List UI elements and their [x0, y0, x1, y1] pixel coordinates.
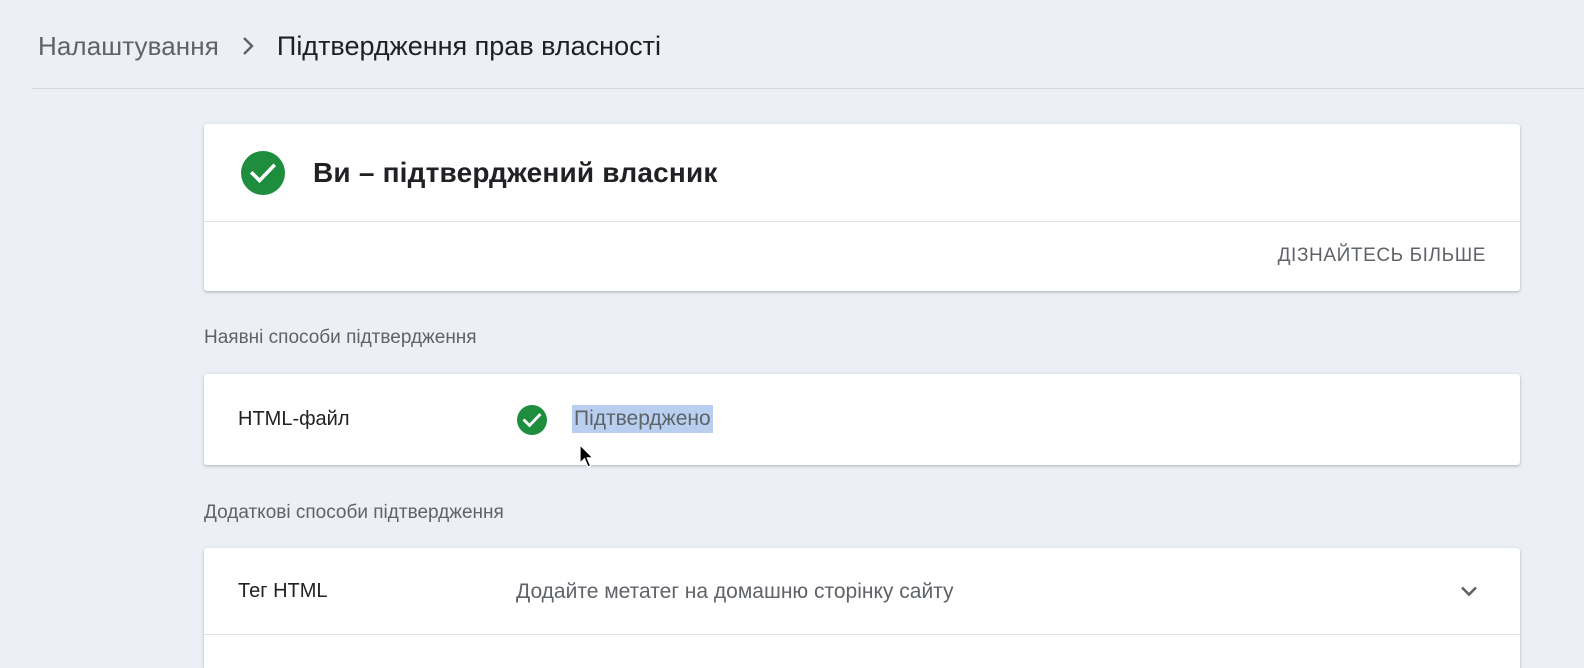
check-circle-icon [516, 404, 548, 436]
additional-methods-card: Тег HTML Додайте метатег на домашню стор… [204, 548, 1520, 668]
breadcrumb: Налаштування Підтвердження прав власност… [38, 28, 661, 64]
page-header: Налаштування Підтвердження прав власност… [0, 0, 1584, 90]
method-description: Додайте метатег на домашню сторінку сайт… [516, 580, 954, 603]
method-name: HTML-файл [238, 408, 350, 430]
mouse-pointer-icon [579, 443, 595, 470]
method-name: Тег HTML [238, 580, 328, 602]
method-status-text: Підтверджено [572, 405, 713, 433]
html-tag-method-row[interactable]: Тег HTML Додайте метатег на домашню стор… [204, 548, 1520, 635]
chevron-right-icon [219, 28, 277, 64]
existing-methods-label: Наявні способи підтвердження [204, 327, 477, 348]
verified-owner-card: Ви – підтверджений власник ДІЗНАЙТЕСЬ БІ… [204, 124, 1520, 291]
verified-owner-header: Ви – підтверджений власник [204, 124, 1520, 222]
page-title: Підтвердження прав власності [276, 30, 661, 61]
chevron-down-icon[interactable] [1458, 580, 1480, 602]
existing-method-row: HTML-файл Підтверджено [204, 374, 1520, 465]
verified-owner-title: Ви – підтверджений власник [313, 157, 718, 188]
learn-more-button[interactable]: ДІЗНАЙТЕСЬ БІЛЬШЕ [1278, 245, 1486, 267]
check-circle-icon [240, 150, 286, 196]
breadcrumb-settings-link[interactable]: Налаштування [38, 31, 219, 62]
header-divider [32, 88, 1584, 89]
additional-methods-label: Додаткові способи підтвердження [204, 502, 504, 523]
